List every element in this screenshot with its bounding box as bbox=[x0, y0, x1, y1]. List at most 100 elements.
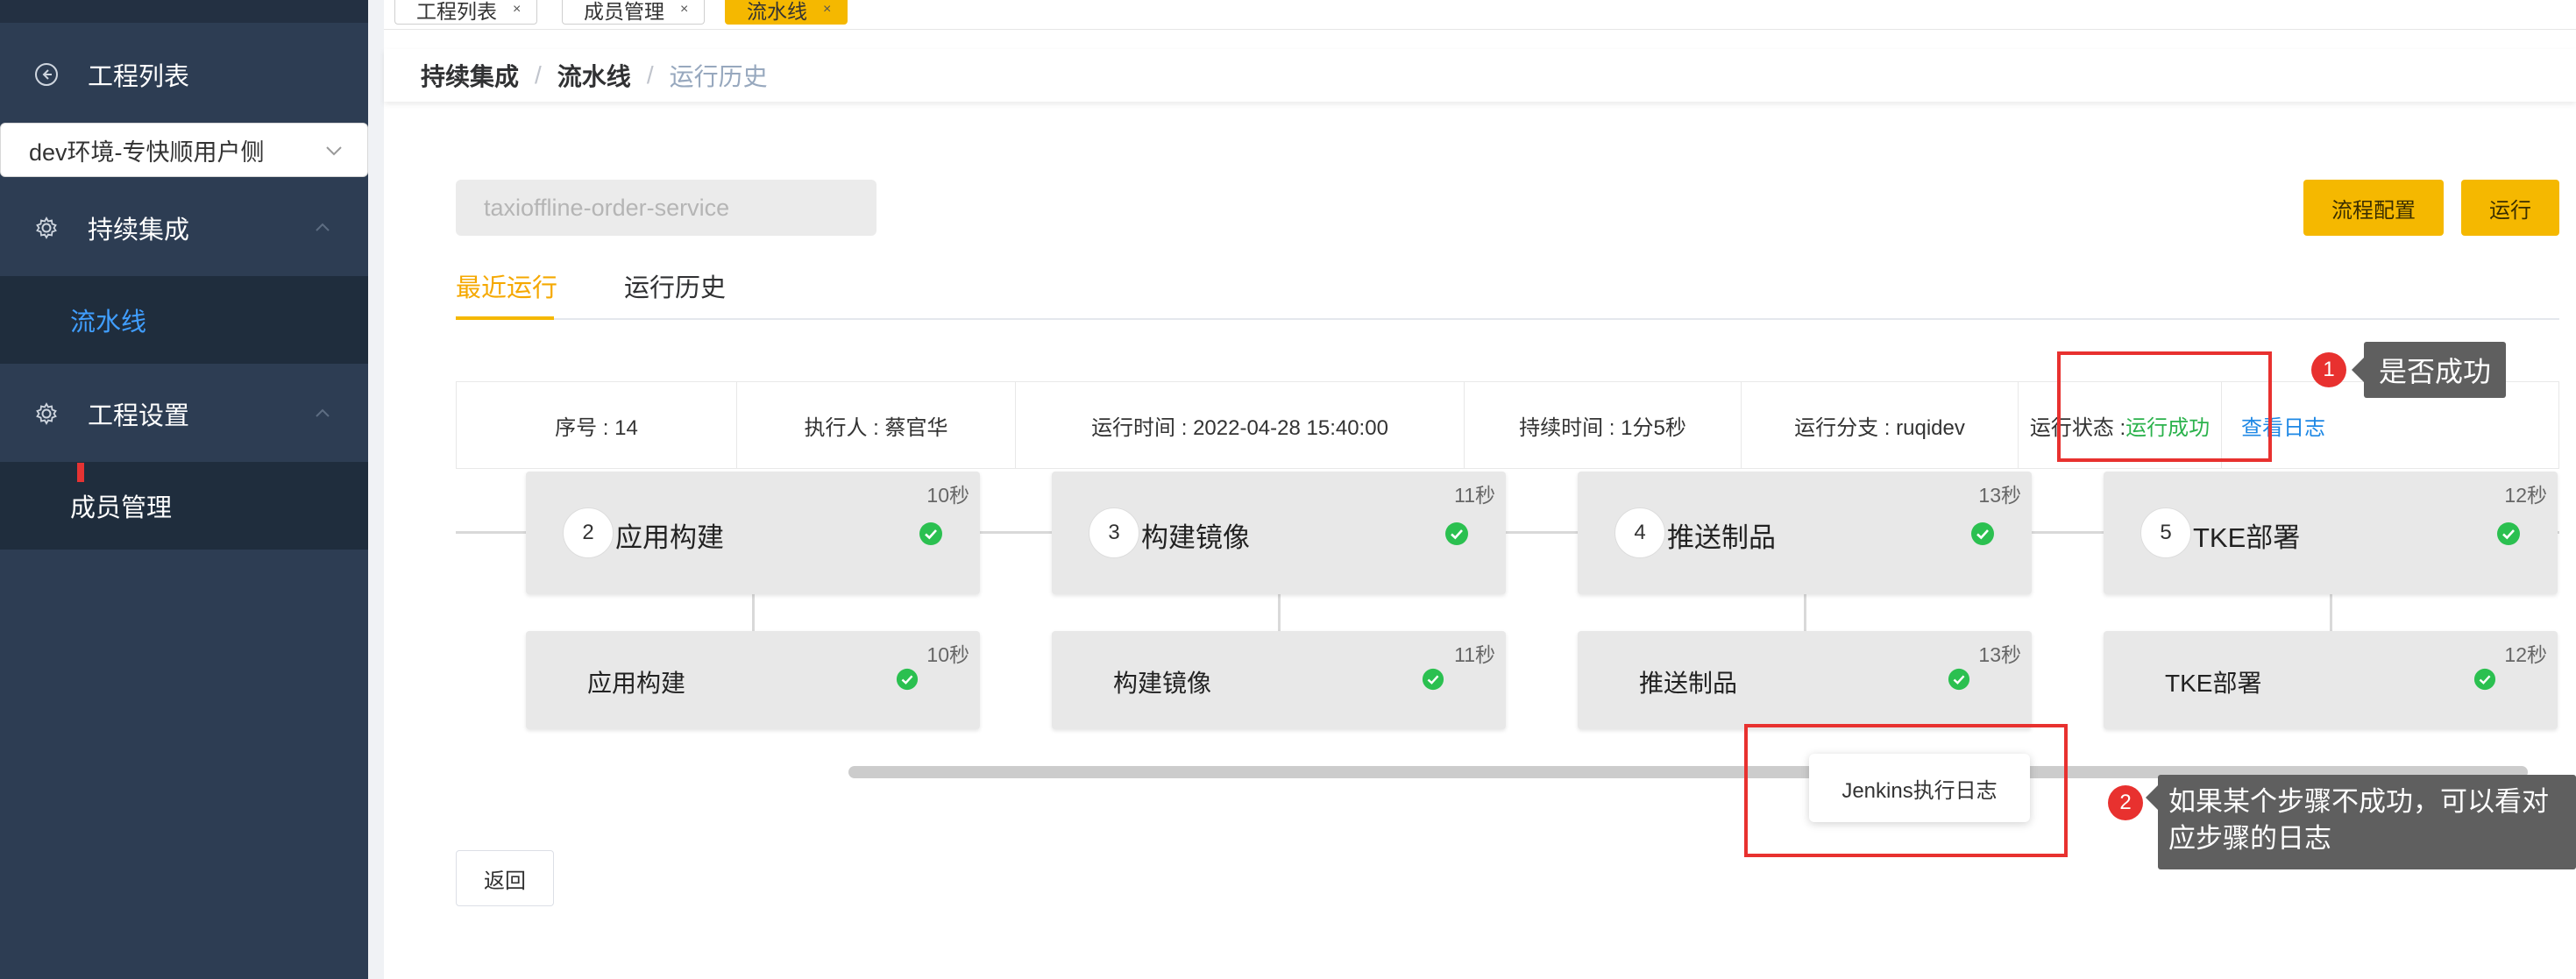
tab-label: 成员管理 bbox=[584, 0, 664, 23]
sidebar-item-ci[interactable]: 持续集成 bbox=[0, 188, 368, 267]
step-name: 构建镜像 bbox=[1113, 670, 1212, 697]
chevron-up-icon bbox=[316, 408, 330, 417]
close-icon[interactable]: × bbox=[823, 2, 831, 18]
step-duration: 10秒 bbox=[926, 643, 969, 666]
back-circle-icon bbox=[33, 61, 60, 88]
tab-pipeline[interactable]: 流水线 × bbox=[725, 0, 848, 25]
stage-step-connector bbox=[1804, 594, 1806, 631]
stage-number: 2 bbox=[563, 507, 614, 558]
step-card-image[interactable]: 11秒 构建镜像 bbox=[1052, 631, 1506, 729]
environment-select-value: dev环境-专快顺用户侧 bbox=[29, 138, 265, 166]
annotation-highlight-log bbox=[1744, 724, 2068, 857]
stage-name: 推送制品 bbox=[1667, 522, 1776, 553]
step-card-deploy[interactable]: 12秒 TKE部署 bbox=[2104, 631, 2558, 729]
project-name-field: taxioffline-order-service bbox=[456, 180, 876, 236]
sidebar-top-strip bbox=[0, 0, 368, 23]
tab-project-list[interactable]: 工程列表 × bbox=[394, 0, 538, 25]
stage-card-deploy[interactable]: 12秒 5 TKE部署 bbox=[2104, 472, 2558, 594]
stage-duration: 13秒 bbox=[1978, 484, 2021, 507]
stage-duration: 12秒 bbox=[2504, 484, 2547, 507]
active-tab-indicator bbox=[456, 316, 554, 320]
success-check-icon bbox=[1948, 668, 1970, 691]
close-icon[interactable]: × bbox=[513, 2, 521, 18]
step-duration: 13秒 bbox=[1978, 643, 2021, 666]
back-button[interactable]: 返回 bbox=[456, 850, 554, 906]
chevron-up-icon bbox=[316, 223, 330, 231]
success-check-icon bbox=[919, 522, 942, 545]
sidebar: 工程列表 dev环境-专快顺用户侧 持续集成 流水线 工程设置 成员管理 bbox=[0, 0, 368, 979]
run-branch: 运行分支 : ruqidev bbox=[1742, 382, 2019, 468]
gear-icon bbox=[33, 215, 60, 241]
stage-step-connector bbox=[752, 594, 755, 631]
annotation-badge: 1 bbox=[2311, 352, 2346, 387]
annotation-highlight-status bbox=[2057, 351, 2272, 462]
annotation-text: 应步骤的日志 bbox=[2168, 823, 2331, 854]
run-seq: 序号 : 14 bbox=[457, 382, 737, 468]
stage-number: 3 bbox=[1089, 507, 1139, 558]
success-check-icon bbox=[1422, 668, 1444, 691]
breadcrumb-separator: / bbox=[646, 61, 654, 89]
step-name: 推送制品 bbox=[1639, 670, 1738, 697]
callout-arrow bbox=[2146, 785, 2158, 810]
tab-recent-run[interactable]: 最近运行 bbox=[456, 267, 557, 304]
sidebar-item-label: 持续集成 bbox=[88, 216, 190, 245]
run-duration: 持续时间 : 1分5秒 bbox=[1465, 382, 1742, 468]
stage-name: 构建镜像 bbox=[1141, 522, 1250, 553]
stage-number: 4 bbox=[1614, 507, 1665, 558]
stage-number: 5 bbox=[2140, 507, 2191, 558]
step-name: TKE部署 bbox=[2165, 670, 2262, 697]
stage-card-build[interactable]: 10秒 2 应用构建 bbox=[526, 472, 980, 594]
step-duration: 12秒 bbox=[2504, 643, 2547, 666]
breadcrumb: 持续集成 / 流水线 / 运行历史 bbox=[384, 49, 2576, 102]
stage-step-connector bbox=[2330, 594, 2332, 631]
sidebar-item-members[interactable]: 成员管理 bbox=[0, 462, 368, 550]
breadcrumb-item[interactable]: 持续集成 bbox=[421, 58, 519, 93]
stage-step-connector bbox=[1278, 594, 1281, 631]
annotation-badge: 2 bbox=[2108, 785, 2143, 820]
run-button[interactable]: 运行 bbox=[2461, 180, 2559, 236]
success-check-icon bbox=[1971, 522, 1994, 545]
annotation-text: 是否成功 bbox=[2378, 356, 2491, 387]
stage-duration: 10秒 bbox=[926, 484, 969, 507]
sidebar-item-project-settings[interactable]: 工程设置 bbox=[0, 374, 368, 453]
callout-arrow bbox=[2352, 358, 2364, 382]
breadcrumb-item[interactable]: 流水线 bbox=[557, 58, 631, 93]
sidebar-item-pipeline[interactable]: 流水线 bbox=[0, 276, 368, 364]
close-icon[interactable]: × bbox=[680, 2, 688, 18]
gear-icon bbox=[33, 401, 60, 427]
step-duration: 11秒 bbox=[1454, 643, 1495, 666]
pipeline-config-button[interactable]: 流程配置 bbox=[2303, 180, 2444, 236]
success-check-icon bbox=[2497, 522, 2520, 545]
environment-select[interactable]: dev环境-专快顺用户侧 bbox=[0, 123, 368, 177]
chevron-down-icon bbox=[326, 146, 342, 156]
annotation-text: 如果某个步骤不成功，可以看对 bbox=[2168, 786, 2549, 817]
stage-name: 应用构建 bbox=[615, 522, 724, 553]
sidebar-item-label: 工程列表 bbox=[88, 63, 190, 91]
success-check-icon bbox=[1445, 522, 1468, 545]
run-tabs: 最近运行 运行历史 bbox=[456, 259, 2559, 320]
breadcrumb-separator: / bbox=[535, 61, 542, 89]
success-check-icon bbox=[2473, 668, 2496, 691]
step-card-push[interactable]: 13秒 推送制品 bbox=[1578, 631, 2032, 729]
step-card-build[interactable]: 10秒 应用构建 bbox=[526, 631, 980, 729]
stage-card-image[interactable]: 11秒 3 构建镜像 bbox=[1052, 472, 1506, 594]
stage-duration: 11秒 bbox=[1454, 484, 1495, 507]
tab-label: 流水线 bbox=[747, 0, 807, 23]
run-executor: 执行人 : 蔡官华 bbox=[737, 382, 1016, 468]
tab-members[interactable]: 成员管理 × bbox=[562, 0, 706, 25]
step-name: 应用构建 bbox=[587, 670, 686, 697]
sidebar-item-label: 成员管理 bbox=[70, 494, 173, 522]
stage-card-push[interactable]: 13秒 4 推送制品 bbox=[1578, 472, 2032, 594]
main-gutter bbox=[368, 0, 384, 979]
run-time: 运行时间 : 2022-04-28 15:40:00 bbox=[1016, 382, 1465, 468]
success-check-icon bbox=[896, 668, 919, 691]
sidebar-item-label: 流水线 bbox=[70, 309, 147, 337]
annotation-callout: 如果某个步骤不成功，可以看对 应步骤的日志 bbox=[2146, 775, 2576, 869]
tab-run-history[interactable]: 运行历史 bbox=[624, 267, 726, 304]
breadcrumb-current: 运行历史 bbox=[669, 63, 768, 90]
stage-name: TKE部署 bbox=[2193, 522, 2301, 553]
annotation-callout: 是否成功 bbox=[2352, 342, 2506, 398]
annotation-red-mark bbox=[77, 463, 84, 482]
sidebar-item-project-list[interactable]: 工程列表 bbox=[0, 35, 368, 114]
tab-bar: 工程列表 × 成员管理 × 流水线 × bbox=[384, 0, 2576, 30]
